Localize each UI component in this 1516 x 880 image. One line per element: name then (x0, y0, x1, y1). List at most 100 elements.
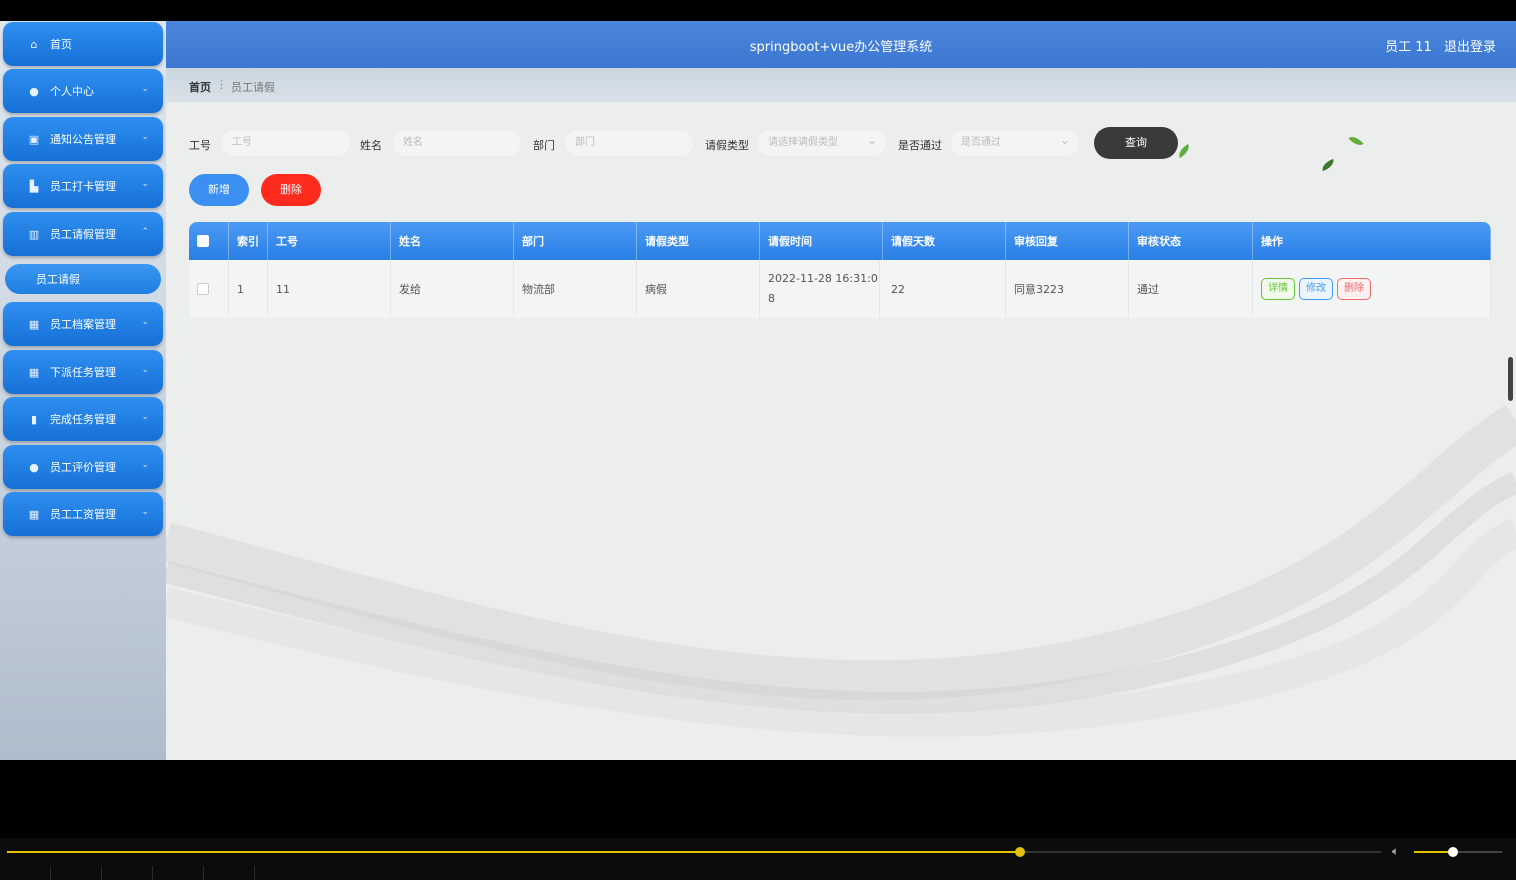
sidebar-item-4[interactable]: ▙ 员工打卡管理 ⌄ (3, 164, 163, 208)
logout-link[interactable]: 退出登录 (1444, 40, 1496, 55)
sidebar-item-label: 个人中心 (50, 85, 94, 98)
table-cell-dept: 物流部 (514, 260, 637, 318)
volume-icon[interactable]: 🔈︎ (1392, 844, 1399, 859)
page-scrollbar[interactable] (1508, 357, 1513, 401)
sidebar-item-label: 通知公告管理 (50, 133, 116, 146)
table-cell-emp_id: 11 (268, 260, 391, 318)
leave-icon: ▥ (28, 227, 40, 241)
sidebar: ⌂ 首页 ● 个人中心 ⌄ ▣ 通知公告管理 ⌄ ▙ 员工打卡管理 ⌄ ▥ 员工请假管理 ⌃ ▦ 员工档案管理… (0, 21, 166, 760)
volume-slider[interactable] (1414, 847, 1502, 857)
table-cell-status: 通过 (1129, 260, 1253, 318)
chevron-icon: ⌄ (141, 365, 149, 375)
table-cell-actions: 详情 修改 删除 (1253, 260, 1491, 318)
table-cell-index: 1 (229, 260, 268, 318)
location-icon: ● (29, 460, 39, 474)
control-segment[interactable] (153, 866, 204, 880)
top-header: springboot+vue办公管理系统 员工 11 退出登录 (166, 21, 1516, 68)
main-content: 工号 工号 姓名 姓名 部门 部门 请假类型 请选择请假类型 是否通过 是否通过… (166, 102, 1516, 760)
detail-button[interactable]: 详情 (1261, 278, 1295, 300)
name-input[interactable]: 姓名 (392, 129, 522, 157)
table-header: 索引 工号 姓名 部门 请假类型 请假时间 请假天数 审核回复 审核状态 操作 (189, 222, 1491, 260)
chevron-icon: ⌄ (141, 317, 149, 327)
table-body: 1 11 发给 物流部 病假 2022-11-28 16:31:08 22 同意3223 通过详… (189, 260, 1491, 318)
column-header: 审核回复 (1006, 222, 1129, 260)
seek-bar[interactable] (7, 847, 1381, 857)
breadcrumb: 首页 ⋮ 员工请假 (166, 68, 1516, 102)
seek-progress (7, 851, 1020, 853)
dept-label: 部门 (533, 139, 555, 152)
sidebar-item-8[interactable]: ▮ 完成任务管理 ⌄ (3, 397, 163, 441)
add-button[interactable]: 新增 (189, 174, 249, 206)
batch-delete-button[interactable]: 删除 (261, 174, 321, 206)
delete-button[interactable]: 删除 (1337, 278, 1371, 300)
sidebar-item-5[interactable]: ▥ 员工请假管理 ⌃ (3, 212, 163, 256)
notice-icon: ▣ (28, 132, 40, 146)
select-all-cell[interactable] (189, 222, 229, 260)
volume-handle[interactable] (1447, 847, 1458, 857)
table-cell-reply: 同意3223 (1006, 260, 1129, 318)
chevron-icon: ⌃ (141, 227, 149, 237)
bar-chart-icon: ▮ (30, 412, 38, 426)
chevron-icon: ⌄ (141, 84, 149, 94)
column-header: 姓名 (391, 222, 514, 260)
id-label: 工号 (189, 139, 211, 152)
user-icon: ● (29, 84, 39, 98)
sidebar-item-9[interactable]: ● 员工评价管理 ⌄ (3, 445, 163, 489)
chevron-icon: ⌄ (141, 132, 149, 142)
id-input[interactable]: 工号 (221, 129, 351, 157)
leave-table: 索引 工号 姓名 部门 请假类型 请假时间 请假天数 审核回复 审核状态 操作 1 11 发给 物流部病… (189, 222, 1491, 318)
edit-button[interactable]: 修改 (1299, 278, 1333, 300)
column-header: 审核状态 (1129, 222, 1253, 260)
column-header: 请假类型 (637, 222, 760, 260)
sidebar-item-label: 员工打卡管理 (50, 180, 116, 193)
sidebar-item-6[interactable]: ▦ 员工档案管理 ⌄ (3, 302, 163, 346)
seek-handle[interactable] (1014, 847, 1025, 857)
grid-icon: ▦ (28, 317, 40, 331)
breadcrumb-home[interactable]: 首页 (189, 79, 211, 95)
sidebar-item-1[interactable]: ⌂ 首页 (3, 22, 163, 66)
query-button[interactable]: 查询 (1094, 127, 1178, 159)
sidebar-item-10[interactable]: ▦ 员工工资管理 ⌄ (3, 492, 163, 536)
control-segment[interactable] (204, 866, 255, 880)
user-area: 员工 11 退出登录 (1377, 36, 1496, 55)
home-icon: ⌂ (30, 37, 38, 51)
chevron-icon: ⌄ (141, 179, 149, 189)
app-window: ⌂ 首页 ● 个人中心 ⌄ ▣ 通知公告管理 ⌄ ▙ 员工打卡管理 ⌄ ▥ 员工请假管理 ⌃ ▦ 员工档案管理… (0, 21, 1516, 760)
video-player-bar: 🔈︎ (0, 838, 1516, 880)
column-header: 部门 (514, 222, 637, 260)
table-cell-days: 22 (883, 260, 1006, 318)
sidebar-item-label: 首页 (50, 38, 72, 51)
control-segment[interactable] (0, 866, 51, 880)
column-header: 索引 (229, 222, 268, 260)
table-cell-type: 病假 (637, 260, 760, 318)
grid-icon: ▦ (28, 507, 40, 521)
row-checkbox[interactable] (197, 283, 209, 295)
username: 员工 11 (1385, 40, 1432, 55)
select-all-checkbox[interactable] (197, 235, 209, 247)
volume-level (1414, 851, 1453, 853)
chevron-icon: ⌄ (141, 460, 149, 470)
sidebar-item-label: 完成任务管理 (50, 413, 116, 426)
sidebar-item-3[interactable]: ▣ 通知公告管理 ⌄ (3, 117, 163, 161)
column-header: 操作 (1253, 222, 1491, 260)
row-select-cell[interactable] (189, 260, 229, 318)
approved-select[interactable]: 是否通过 (950, 127, 1080, 157)
column-header: 工号 (268, 222, 391, 260)
breadcrumb-separator: ⋮ (216, 78, 227, 91)
background-wave (166, 404, 1516, 737)
control-segment[interactable] (102, 866, 153, 880)
dept-input[interactable]: 部门 (564, 129, 694, 157)
sidebar-item-label: 下派任务管理 (50, 366, 116, 379)
sidebar-item-2[interactable]: ● 个人中心 ⌄ (3, 69, 163, 113)
sidebar-item-7[interactable]: ▦ 下派任务管理 ⌄ (3, 350, 163, 394)
chevron-icon: ⌄ (141, 507, 149, 517)
name-label: 姓名 (360, 139, 382, 152)
control-segment[interactable] (51, 866, 102, 880)
sidebar-subitem-leave[interactable]: 员工请假 (5, 264, 161, 294)
breadcrumb-current: 员工请假 (231, 81, 275, 94)
table-cell-time: 2022-11-28 16:31:08 (760, 260, 880, 318)
table-cell-name: 发给 (391, 260, 514, 318)
leave-type-select[interactable]: 请选择请假类型 (757, 127, 887, 157)
leave-type-label: 请假类型 (705, 139, 749, 152)
sidebar-item-label: 员工工资管理 (50, 508, 116, 521)
